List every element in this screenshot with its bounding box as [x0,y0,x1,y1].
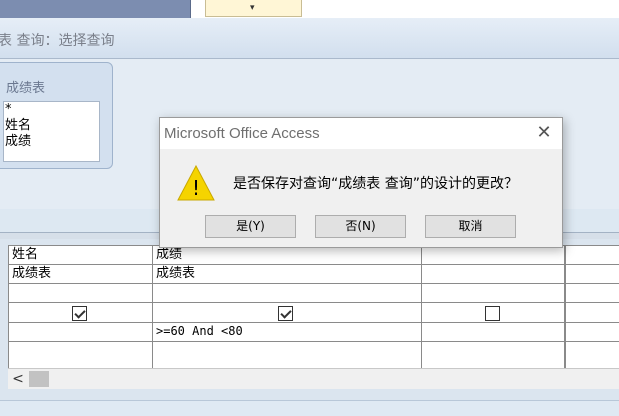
warning-glyph: ! [192,176,200,200]
grid-cell[interactable] [9,284,153,302]
field-item[interactable]: 成绩 [4,134,99,150]
grid-cell[interactable] [9,342,153,368]
grid-cell [9,303,153,322]
no-button[interactable]: 否(N) [315,215,406,238]
grid-cell[interactable]: 成绩表 [9,265,153,283]
table-box-title: 成绩表 [6,81,46,96]
dialog-titlebar: Microsoft Office Access ✕ [160,118,562,149]
grid-cell[interactable]: 成绩 [153,246,422,264]
grid-cell[interactable]: 成绩表 [153,265,422,283]
query-design-grid: 姓名 成绩 成绩表 成绩表 >=60 And <80 [8,245,619,369]
query-window-titlebar: 表 查询：选择查询 [0,18,619,59]
grid-cell [422,303,566,322]
grid-cell[interactable] [422,342,566,368]
grid-row-sort [9,284,619,303]
status-strip [0,400,619,416]
dialog-title: Microsoft Office Access [164,125,320,142]
grid-cell[interactable] [422,246,566,264]
grid-row-field: 姓名 成绩 [9,246,619,265]
grid-cell[interactable] [422,284,566,302]
grid-row-show [9,303,619,323]
field-item[interactable]: * [4,102,99,118]
dropdown-arrow-icon[interactable]: ▾ [250,4,255,13]
show-checkbox[interactable] [72,306,87,321]
dialog-message: 是否保存对查询“成绩表 查询”的设计的更改？ [233,176,518,192]
yes-button[interactable]: 是(Y) [205,215,296,238]
grid-cell[interactable] [153,342,422,368]
grid-cell [153,303,422,322]
grid-cell[interactable] [422,265,566,283]
field-item[interactable]: 姓名 [4,118,99,134]
grid-cell[interactable] [566,246,619,264]
close-icon[interactable]: ✕ [534,123,554,143]
table-field-box[interactable]: 成绩表 * 姓名 成绩 [0,62,113,169]
criteria-cell[interactable]: >=60 And <80 [153,323,422,341]
grid-cell[interactable] [566,323,619,341]
query-window-title: 表 查询：选择查询 [0,33,115,49]
grid-cell[interactable] [422,323,566,341]
grid-cell[interactable] [566,303,619,322]
grid-cell[interactable] [9,323,153,341]
grid-cell[interactable]: 姓名 [9,246,153,264]
grid-row-criteria: >=60 And <80 [9,323,619,342]
grid-cell[interactable] [566,265,619,283]
cancel-button[interactable]: 取消 [425,215,516,238]
scroll-left-icon[interactable]: < [10,370,26,388]
grid-cell[interactable] [566,284,619,302]
grid-row-table: 成绩表 成绩表 [9,265,619,284]
grid-cell[interactable] [153,284,422,302]
field-list[interactable]: * 姓名 成绩 [3,101,100,162]
show-checkbox[interactable] [485,306,500,321]
save-changes-dialog: Microsoft Office Access ✕ ! 是否保存对查询“成绩表 … [159,117,563,248]
navigation-pane-edge [0,0,191,18]
toolbar-panel-edge: ▾ [205,0,302,17]
horizontal-scrollbar[interactable]: < [8,368,619,389]
grid-cell[interactable] [566,342,619,368]
show-checkbox[interactable] [278,306,293,321]
scrollbar-thumb[interactable] [29,371,49,387]
grid-row-or [9,342,619,368]
warning-icon: ! [177,164,215,201]
